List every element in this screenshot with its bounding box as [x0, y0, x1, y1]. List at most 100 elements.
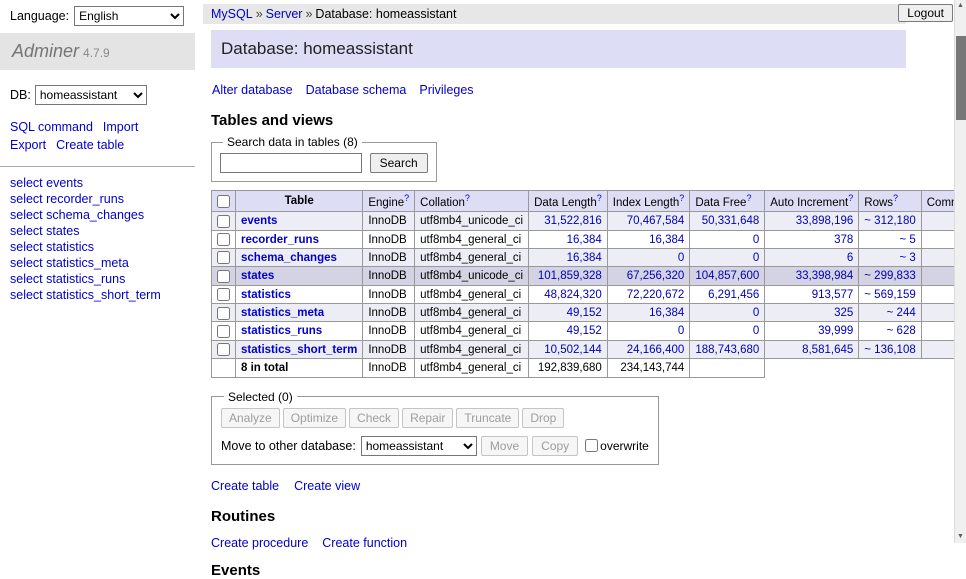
- data-length-link[interactable]: 49,152: [567, 307, 602, 319]
- auto-increment-link[interactable]: 33,398,984: [796, 270, 854, 282]
- row-checkbox[interactable]: [217, 215, 230, 228]
- table-name-link[interactable]: events: [241, 215, 277, 227]
- create-table-link[interactable]: Create table: [211, 479, 279, 493]
- db-select[interactable]: homeassistant: [35, 85, 147, 105]
- move-database-select[interactable]: homeassistant: [361, 436, 477, 456]
- search-button[interactable]: Search: [370, 153, 428, 173]
- data-free-link[interactable]: 6,291,456: [708, 289, 759, 301]
- row-checkbox[interactable]: [217, 343, 230, 356]
- rows-link[interactable]: ~ 628: [887, 325, 916, 337]
- data-length-link[interactable]: 101,859,328: [538, 270, 602, 282]
- rows-link[interactable]: ~ 569,159: [864, 289, 915, 301]
- import-link[interactable]: Import: [103, 118, 138, 136]
- index-length-link[interactable]: 24,166,400: [627, 344, 685, 356]
- auto-increment-link[interactable]: 325: [834, 307, 853, 319]
- index-length-link[interactable]: 72,220,672: [627, 289, 685, 301]
- help-link[interactable]: ?: [597, 193, 602, 203]
- sidebar-table-link[interactable]: select statistics_meta: [10, 256, 129, 270]
- row-checkbox[interactable]: [217, 233, 230, 246]
- index-length-link[interactable]: 16,384: [649, 307, 684, 319]
- logout-button[interactable]: Logout: [898, 4, 953, 22]
- rows-link[interactable]: ~ 5: [899, 234, 915, 246]
- breadcrumb-link-server[interactable]: Server: [266, 7, 303, 21]
- rows-link[interactable]: ~ 299,833: [864, 270, 915, 282]
- auto-increment-link[interactable]: 39,999: [818, 325, 853, 337]
- sidebar-table-link[interactable]: select events: [10, 176, 83, 190]
- help-link[interactable]: ?: [404, 193, 409, 203]
- check-button[interactable]: Check: [349, 408, 399, 428]
- auto-increment-link[interactable]: 378: [834, 234, 853, 246]
- data-length-link[interactable]: 16,384: [567, 252, 602, 264]
- data-free-link[interactable]: 0: [753, 234, 759, 246]
- table-name-link[interactable]: statistics: [241, 289, 291, 301]
- index-length-link[interactable]: 0: [678, 252, 684, 264]
- index-length-link[interactable]: 16,384: [649, 234, 684, 246]
- table-name-link[interactable]: schema_changes: [241, 252, 337, 264]
- help-link[interactable]: ?: [746, 193, 751, 203]
- data-free-link[interactable]: 104,857,600: [695, 270, 759, 282]
- sidebar-table-link[interactable]: select statistics: [10, 240, 94, 254]
- auto-increment-link[interactable]: 8,581,645: [802, 344, 853, 356]
- data-free-link[interactable]: 0: [753, 252, 759, 264]
- help-link[interactable]: ?: [893, 193, 898, 203]
- data-length-link[interactable]: 10,502,144: [544, 344, 602, 356]
- search-input[interactable]: [220, 153, 362, 173]
- data-length-link[interactable]: 48,824,320: [544, 289, 602, 301]
- table-name-link[interactable]: statistics_runs: [241, 325, 322, 337]
- index-length-link[interactable]: 70,467,584: [627, 215, 685, 227]
- scroll-up-icon[interactable]: ▲: [955, 0, 966, 12]
- optimize-button[interactable]: Optimize: [283, 408, 346, 428]
- rows-link[interactable]: ~ 3: [899, 252, 915, 264]
- row-checkbox[interactable]: [217, 251, 230, 264]
- data-free-link[interactable]: 0: [753, 307, 759, 319]
- row-checkbox[interactable]: [217, 325, 230, 338]
- rows-link[interactable]: ~ 244: [887, 307, 916, 319]
- help-link[interactable]: ?: [679, 193, 684, 203]
- move-button[interactable]: Move: [481, 436, 528, 456]
- sql-command-link[interactable]: SQL command: [10, 118, 93, 136]
- language-select[interactable]: English: [74, 6, 184, 26]
- help-link[interactable]: ?: [848, 193, 853, 203]
- rows-link[interactable]: ~ 136,108: [864, 344, 915, 356]
- row-checkbox[interactable]: [217, 270, 230, 283]
- select-all-checkbox[interactable]: [217, 195, 230, 208]
- sidebar-table-link[interactable]: select statistics_short_term: [10, 288, 161, 302]
- scrollbar-thumb[interactable]: [956, 36, 966, 120]
- overwrite-checkbox[interactable]: [585, 439, 598, 452]
- privileges-link[interactable]: Privileges: [419, 83, 473, 97]
- copy-button[interactable]: Copy: [532, 436, 578, 456]
- create-view-link[interactable]: Create view: [294, 479, 360, 493]
- data-length-link[interactable]: 16,384: [567, 234, 602, 246]
- index-length-link[interactable]: 67,256,320: [627, 270, 685, 282]
- scroll-down-icon[interactable]: ▼: [955, 531, 966, 543]
- table-name-link[interactable]: statistics_meta: [241, 307, 324, 319]
- truncate-button[interactable]: Truncate: [456, 408, 519, 428]
- auto-increment-link[interactable]: 33,898,196: [796, 215, 854, 227]
- data-length-link[interactable]: 31,522,816: [544, 215, 602, 227]
- index-length-link[interactable]: 0: [678, 325, 684, 337]
- export-link[interactable]: Export: [10, 136, 46, 154]
- auto-increment-link[interactable]: 913,577: [812, 289, 854, 301]
- table-name-link[interactable]: recorder_runs: [241, 234, 319, 246]
- breadcrumb-link-mysql[interactable]: MySQL: [211, 7, 253, 21]
- analyze-button[interactable]: Analyze: [221, 408, 280, 428]
- sidebar-table-link[interactable]: select schema_changes: [10, 208, 144, 222]
- table-name-link[interactable]: statistics_short_term: [241, 344, 357, 356]
- auto-increment-link[interactable]: 6: [847, 252, 853, 264]
- repair-button[interactable]: Repair: [402, 408, 453, 428]
- data-free-link[interactable]: 50,331,648: [702, 215, 760, 227]
- sidebar-table-link[interactable]: select statistics_runs: [10, 272, 125, 286]
- data-free-link[interactable]: 0: [753, 325, 759, 337]
- alter-database-link[interactable]: Alter database: [212, 83, 293, 97]
- drop-button[interactable]: Drop: [522, 408, 564, 428]
- row-checkbox[interactable]: [217, 288, 230, 301]
- database-schema-link[interactable]: Database schema: [306, 83, 407, 97]
- table-name-link[interactable]: states: [241, 270, 274, 282]
- scrollbar[interactable]: ▲ ▼: [954, 0, 966, 543]
- help-link[interactable]: ?: [465, 193, 470, 203]
- app-name[interactable]: Adminer: [12, 41, 79, 61]
- row-checkbox[interactable]: [217, 307, 230, 320]
- rows-link[interactable]: ~ 312,180: [864, 215, 915, 227]
- data-free-link[interactable]: 188,743,680: [695, 344, 759, 356]
- data-length-link[interactable]: 49,152: [567, 325, 602, 337]
